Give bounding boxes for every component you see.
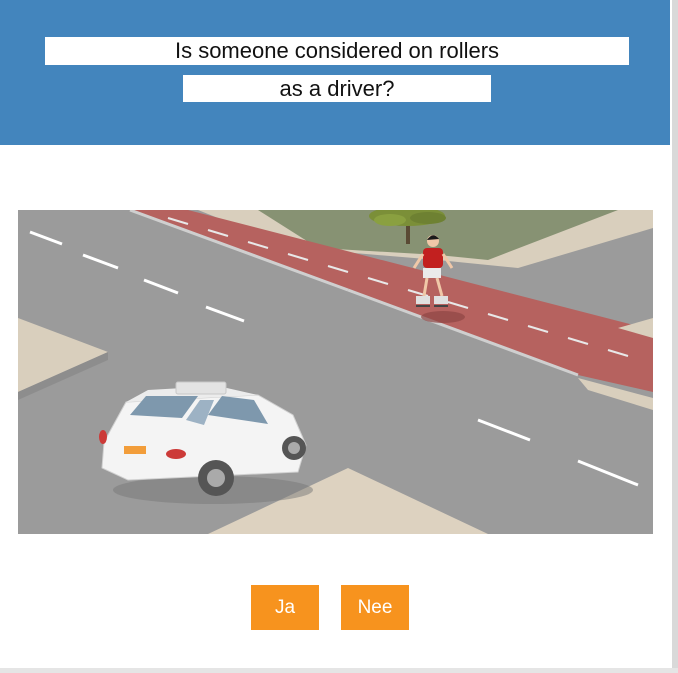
question-line-1: Is someone considered on rollers xyxy=(45,37,629,65)
page-border-bottom xyxy=(0,668,678,673)
quiz-page: Is someone considered on rollers as a dr… xyxy=(0,0,678,673)
no-button[interactable]: Nee xyxy=(341,585,409,630)
traffic-scene-svg xyxy=(18,210,653,534)
question-header: Is someone considered on rollers as a dr… xyxy=(0,0,670,145)
question-line-2: as a driver? xyxy=(183,75,491,102)
skater-shadow xyxy=(421,311,465,323)
page-border-right xyxy=(672,0,678,668)
yes-button[interactable]: Ja xyxy=(251,585,319,630)
traffic-scene-illustration xyxy=(18,210,653,534)
